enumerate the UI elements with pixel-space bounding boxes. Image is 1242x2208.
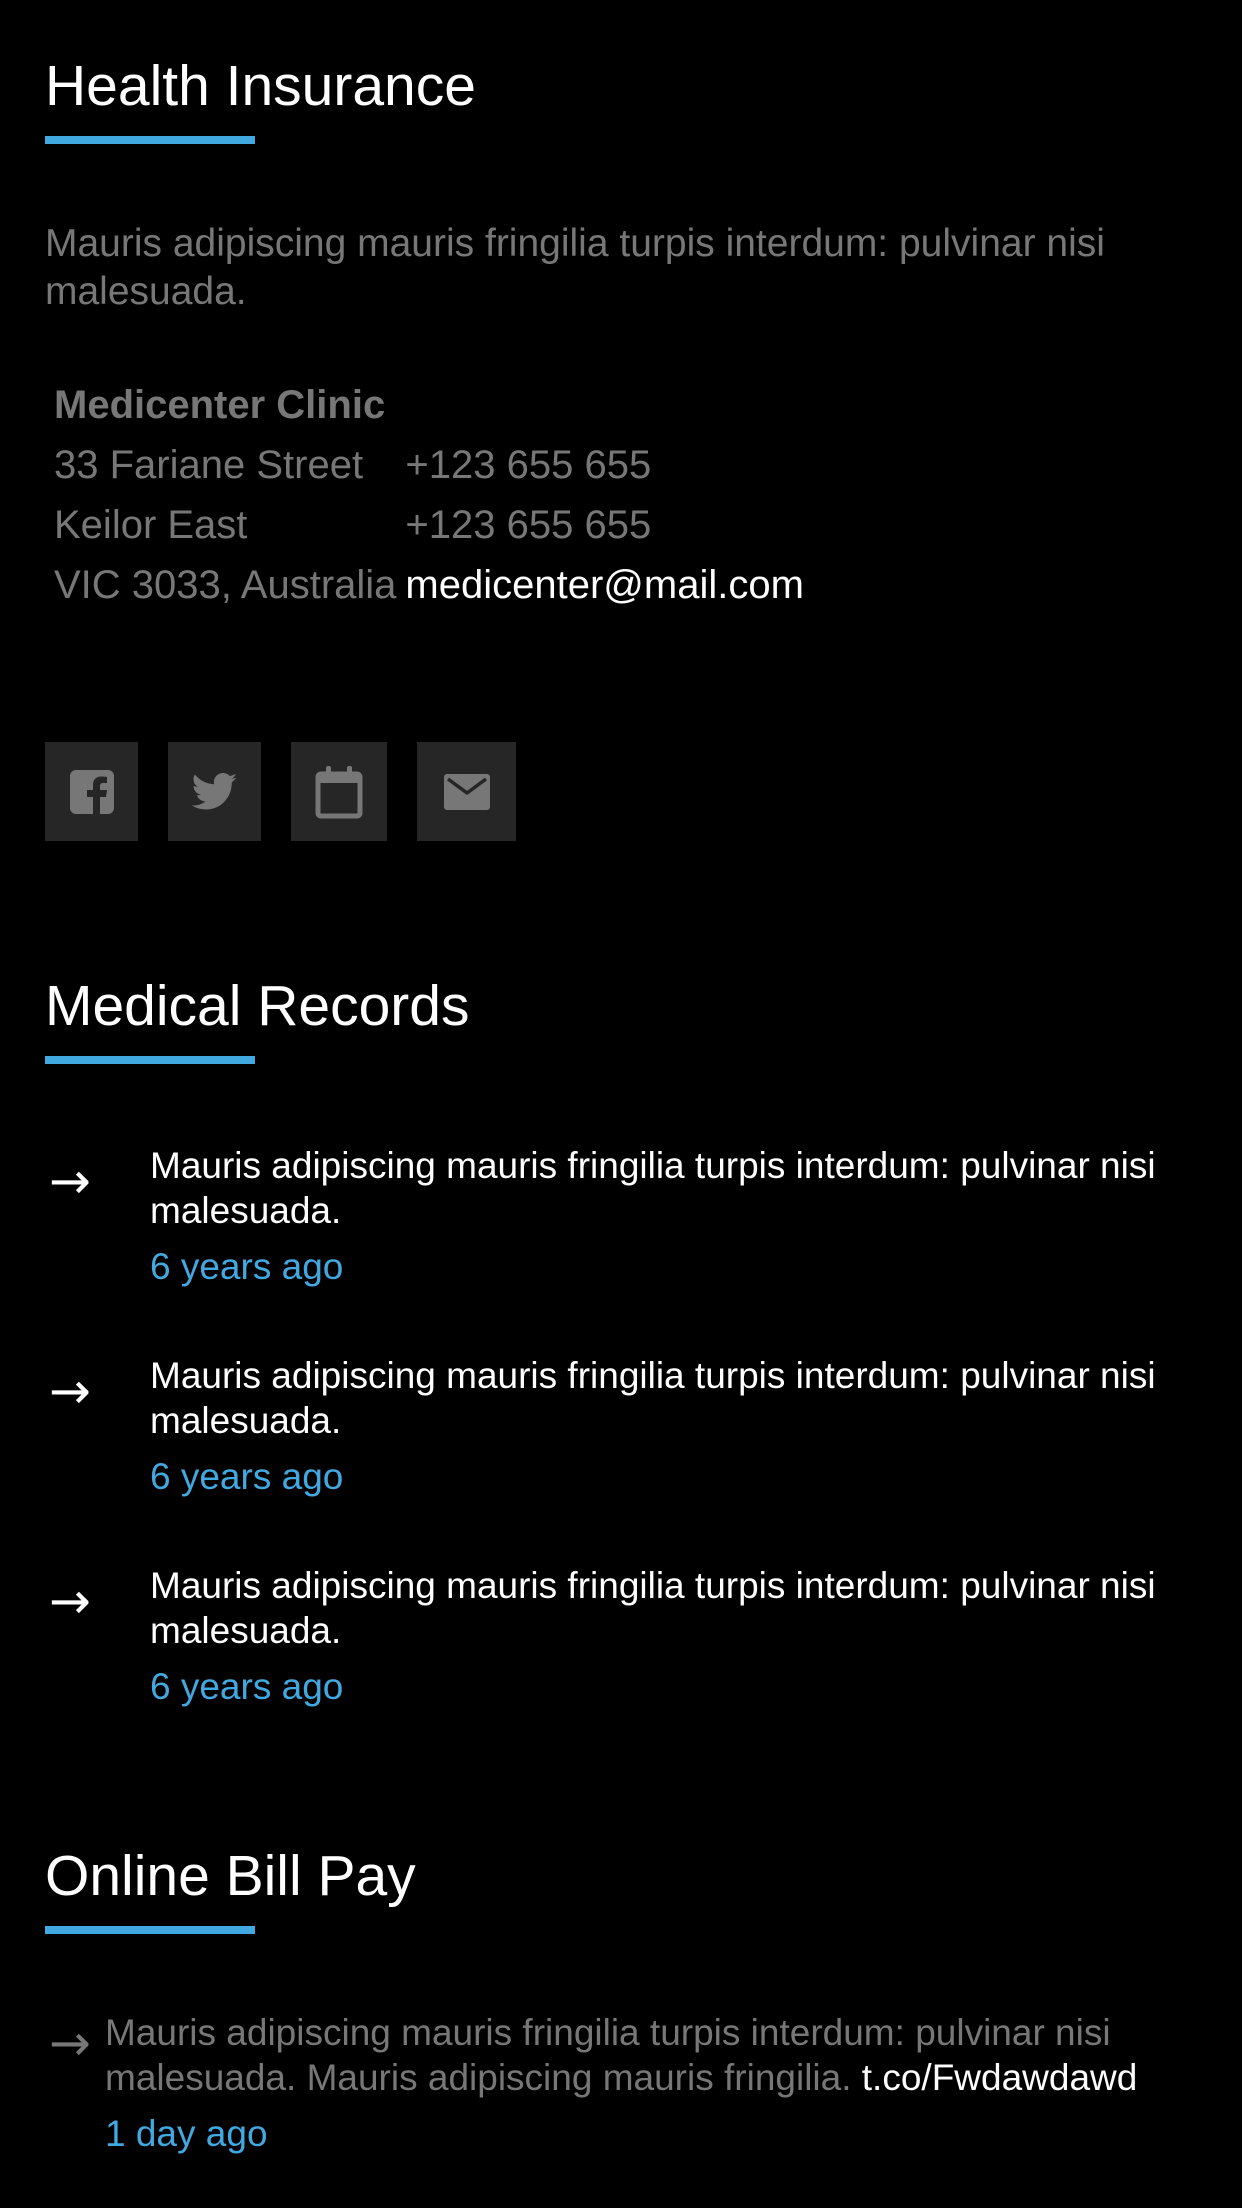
health-insurance-title: Health Insurance	[45, 54, 476, 118]
bill-pay-link[interactable]: t.co/Fwdawdawd	[862, 2057, 1138, 2098]
calendar-icon	[315, 765, 363, 818]
medical-record-text[interactable]: Mauris adipiscing mauris fringilia turpi…	[150, 1353, 1210, 1443]
health-insurance-intro: Mauris adipiscing mauris fringilia turpi…	[45, 222, 1105, 313]
medical-record-time: 6 years ago	[150, 1246, 344, 1287]
twitter-button[interactable]	[168, 742, 261, 841]
medical-records-title: Medical Records	[45, 974, 470, 1038]
clinic-email-link[interactable]: medicenter@mail.com	[405, 555, 804, 615]
medical-record-text[interactable]: Mauris adipiscing mauris fringilia turpi…	[150, 1143, 1210, 1233]
medical-record-text[interactable]: Mauris adipiscing mauris fringilia turpi…	[150, 1563, 1210, 1653]
arrow-right-icon: →	[49, 1152, 91, 1210]
arrow-right-icon: →	[49, 1572, 91, 1630]
online-bill-pay-title-underline	[45, 1926, 255, 1934]
clinic-address-suburb: Keilor East	[54, 502, 248, 547]
online-bill-pay-title: Online Bill Pay	[45, 1844, 416, 1908]
clinic-phone-1[interactable]: +123 655 655	[405, 435, 804, 495]
calendar-button[interactable]	[291, 742, 387, 841]
mail-button[interactable]	[417, 742, 516, 841]
clinic-contact-table: Medicenter Clinic 33 Fariane Street +123…	[45, 375, 813, 615]
medical-record-time: 6 years ago	[150, 1456, 344, 1497]
facebook-icon	[69, 769, 114, 814]
health-insurance-title-underline	[45, 136, 255, 144]
twitter-icon	[191, 772, 237, 809]
bill-pay-text: Mauris adipiscing mauris fringilia turpi…	[105, 2010, 1225, 2100]
facebook-button[interactable]	[45, 742, 138, 841]
mail-icon	[443, 773, 490, 810]
clinic-phone-2[interactable]: +123 655 655	[405, 495, 804, 555]
bill-pay-time: 1 day ago	[105, 2113, 268, 2154]
clinic-address-street: 33 Fariane Street	[54, 442, 364, 487]
arrow-right-icon: →	[49, 1362, 91, 1420]
medical-records-title-underline	[45, 1056, 255, 1064]
arrow-right-icon: →	[49, 2014, 91, 2072]
clinic-address-state: VIC 3033, Australia	[54, 562, 397, 607]
medical-record-time: 6 years ago	[150, 1666, 344, 1707]
clinic-name: Medicenter Clinic	[54, 382, 386, 427]
